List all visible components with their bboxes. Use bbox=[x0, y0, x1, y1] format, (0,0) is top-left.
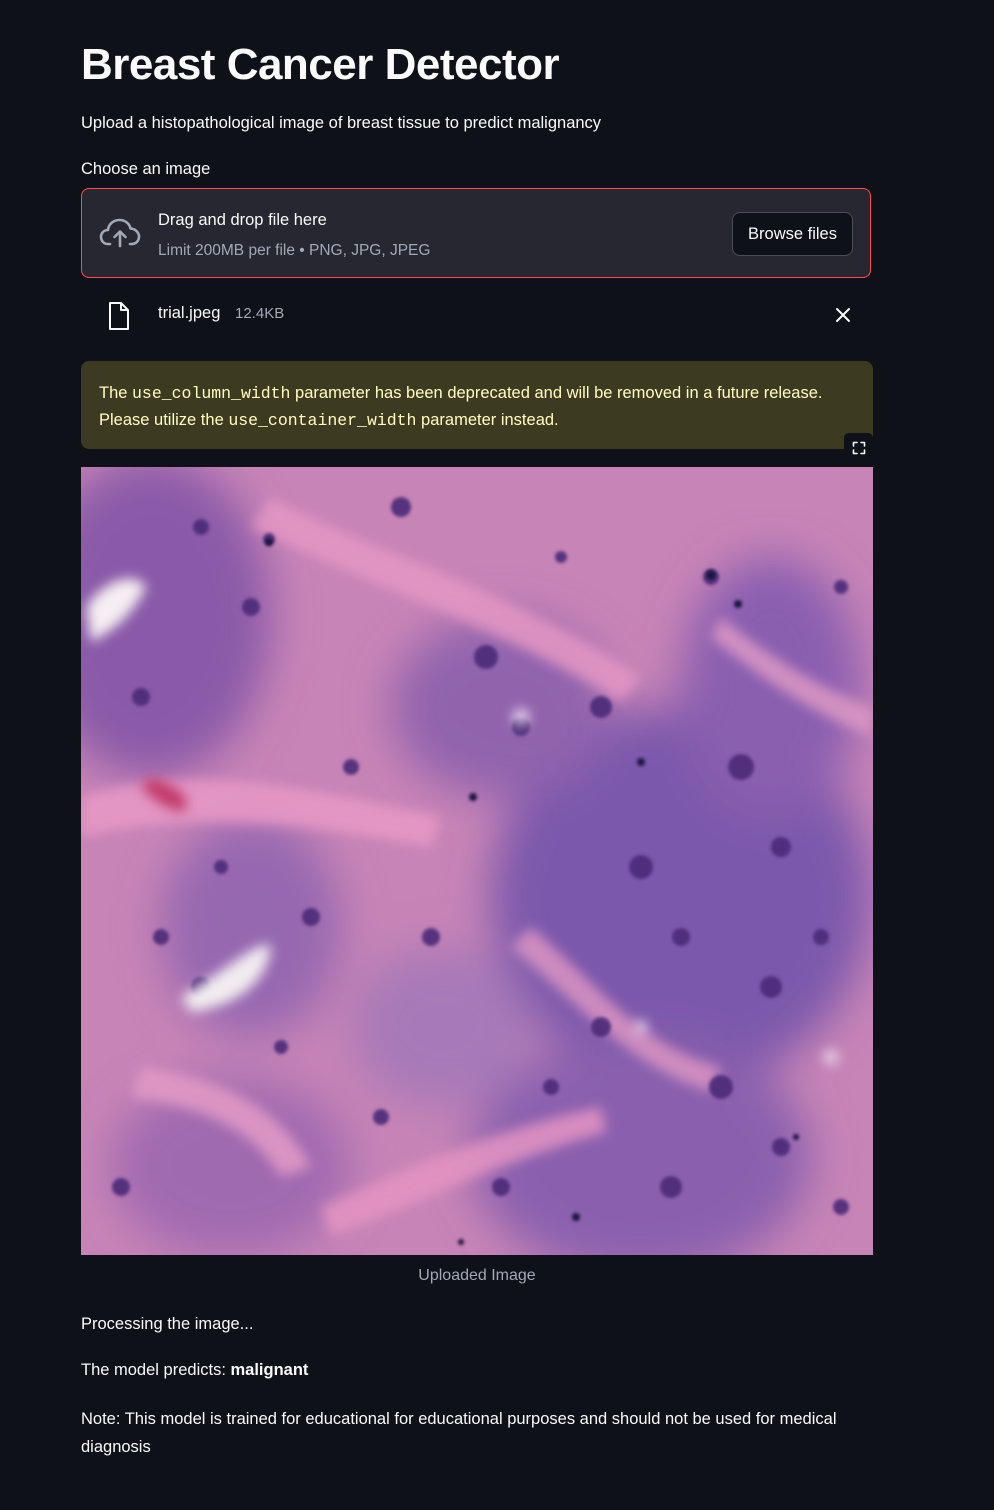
uploaded-file-item: trial.jpeg 12.4KB bbox=[81, 294, 871, 336]
uploaded-image bbox=[81, 467, 873, 1255]
fullscreen-button[interactable] bbox=[844, 433, 873, 462]
deprecation-warning: The use_column_width parameter has been … bbox=[81, 361, 873, 449]
dropzone-limit-text: Limit 200MB per file • PNG, JPG, JPEG bbox=[158, 242, 431, 259]
uploaded-file-size: 12.4KB bbox=[235, 305, 285, 322]
page-title: Breast Cancer Detector bbox=[81, 40, 560, 89]
image-caption: Uploaded Image bbox=[418, 1267, 536, 1284]
prediction-result: The model predicts: malignant bbox=[81, 1361, 308, 1380]
histopathology-image bbox=[81, 467, 873, 1255]
warning-param-new: use_container_width bbox=[228, 411, 417, 430]
file-icon bbox=[109, 302, 129, 330]
uploaded-file-name: trial.jpeg bbox=[158, 304, 221, 322]
warning-param-old: use_column_width bbox=[132, 384, 291, 403]
dropzone-instruction: Drag and drop file here bbox=[158, 211, 327, 229]
cloud-upload-icon bbox=[99, 218, 141, 248]
expand-icon bbox=[852, 441, 865, 454]
prediction-prefix: The model predicts: bbox=[81, 1361, 231, 1379]
remove-file-icon[interactable] bbox=[833, 305, 853, 325]
disclaimer-note: Note: This model is trained for educatio… bbox=[81, 1410, 837, 1456]
warning-text-suffix: parameter instead. bbox=[416, 411, 559, 429]
file-dropzone[interactable]: Drag and drop file here Limit 200MB per … bbox=[81, 188, 871, 278]
browse-files-button[interactable]: Browse files bbox=[732, 212, 853, 256]
prediction-value: malignant bbox=[230, 1361, 309, 1379]
file-uploader-label: Choose an image bbox=[81, 160, 211, 178]
page-subtitle: Upload a histopathological image of brea… bbox=[81, 114, 602, 132]
warning-text-prefix: The bbox=[99, 384, 133, 402]
processing-status: Processing the image... bbox=[81, 1315, 254, 1333]
